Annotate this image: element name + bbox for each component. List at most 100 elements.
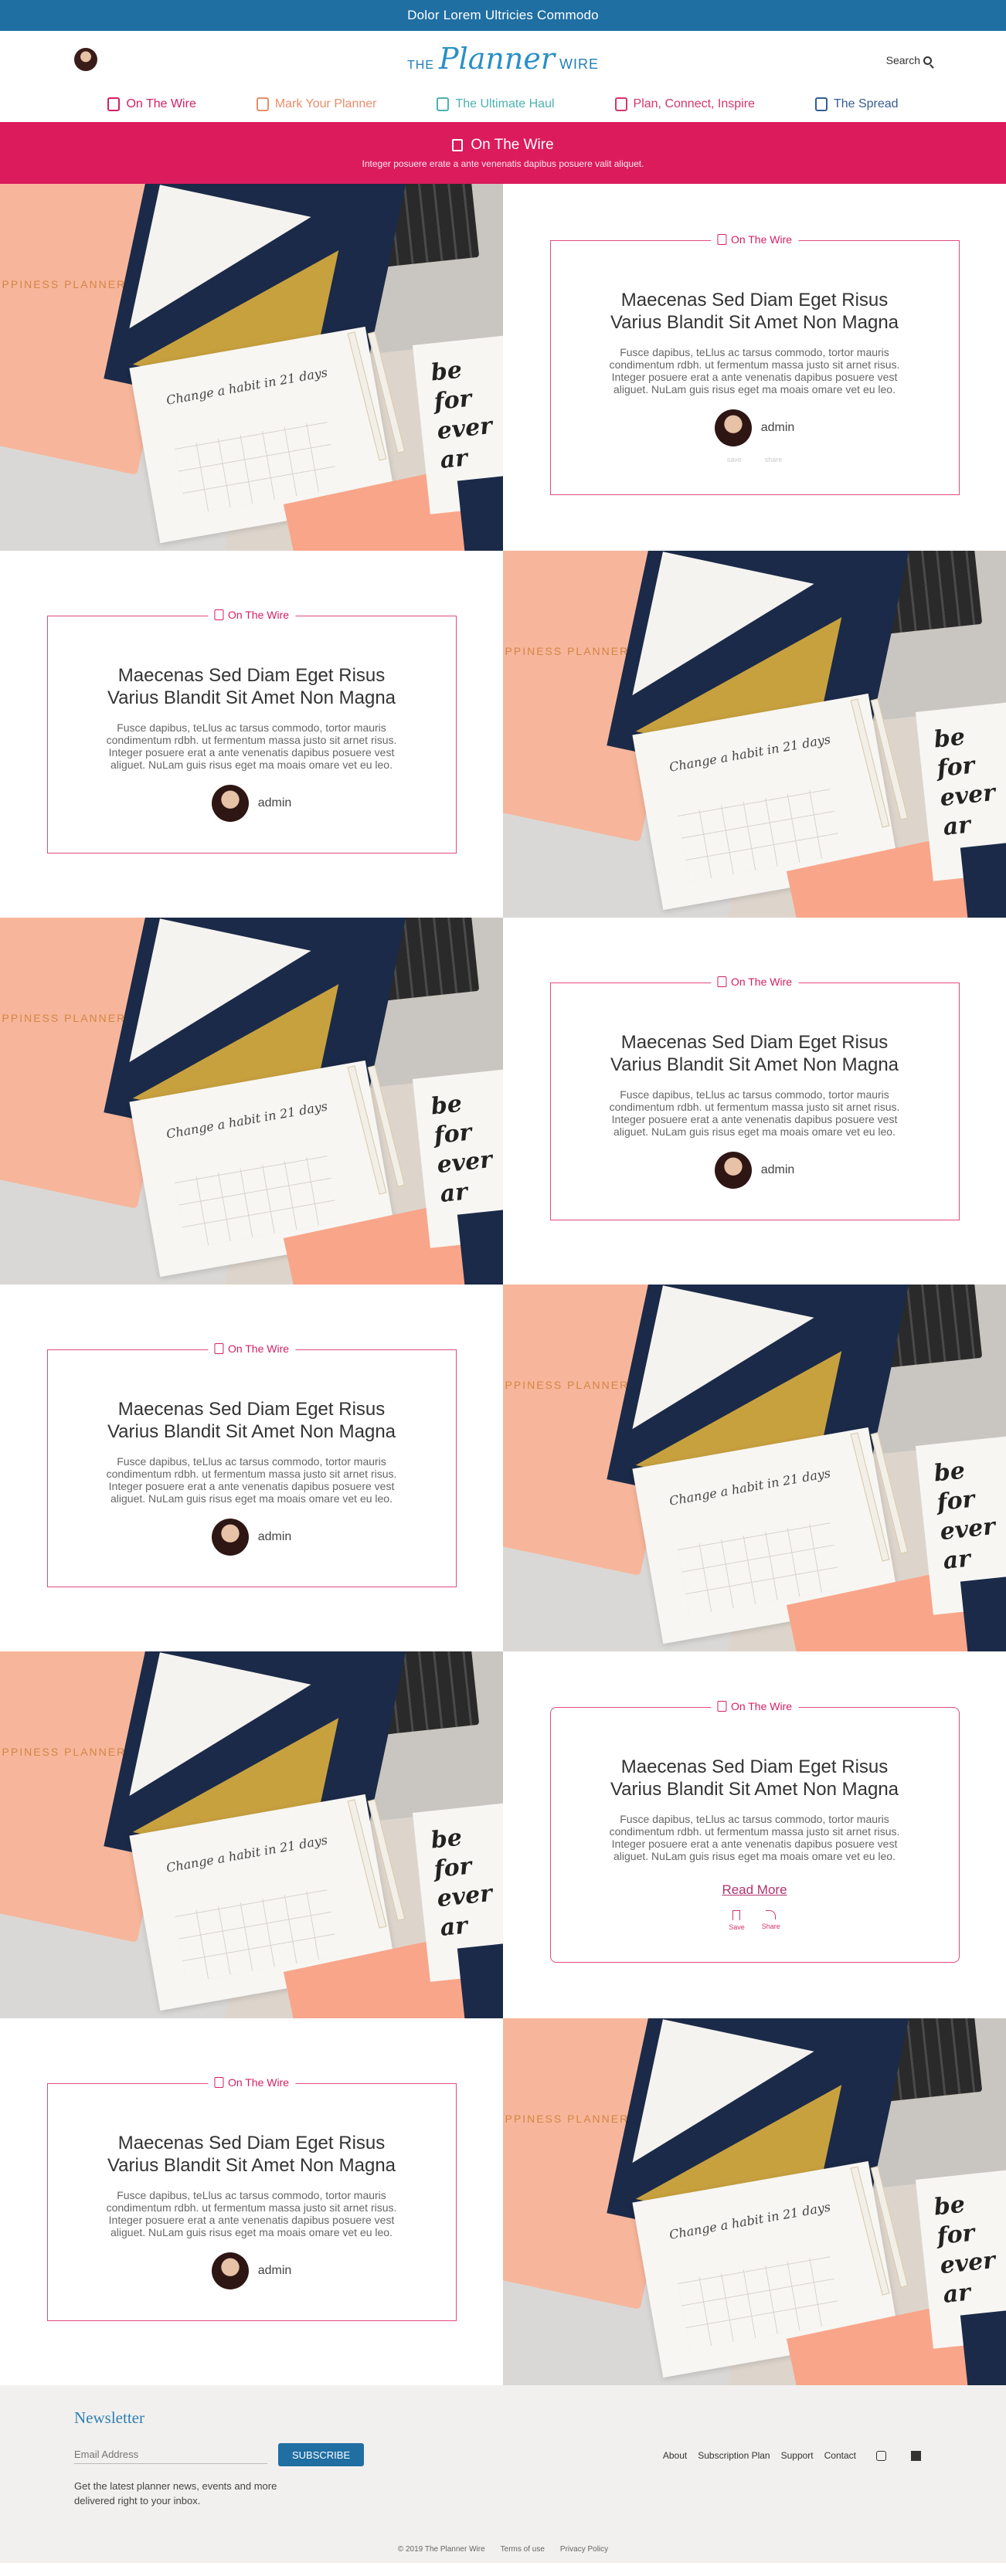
post-row: On The Wire Maecenas Sed Diam Eget Risus…: [0, 1651, 1006, 2018]
post-excerpt: Fusce dapibus, teLlus ac tarsus commodo,…: [609, 1813, 900, 1862]
post-row: On The Wire Maecenas Sed Diam Eget Risus…: [0, 2018, 1006, 2385]
author-avatar: [211, 784, 249, 822]
post-title[interactable]: Maecenas Sed Diam Eget Risus Varius Blan…: [90, 2132, 413, 2177]
post-card: On The Wire Maecenas Sed Diam Eget Risus…: [549, 975, 960, 1220]
author-name: admin: [257, 2263, 292, 2277]
footer-link-contact[interactable]: Contact: [824, 2450, 856, 2461]
post-author[interactable]: admin: [90, 1518, 413, 1556]
author-avatar: [211, 1518, 249, 1556]
banner-subtitle: Integer posuere erate a ante venenatis d…: [362, 158, 644, 169]
share-label: share: [764, 455, 783, 463]
category-banner: On The Wire Integer posuere erate a ante…: [0, 122, 1006, 184]
share-label: Share: [761, 1923, 780, 1930]
category-label: On The Wire: [227, 1342, 290, 1355]
email-field[interactable]: [74, 2445, 267, 2464]
read-more-link[interactable]: Read More: [722, 1882, 787, 1898]
legal-bar: © 2019 The Planner Wire Terms of use Pri…: [0, 2545, 1006, 2554]
post-author[interactable]: admin: [593, 1151, 916, 1189]
author-name: admin: [760, 420, 795, 434]
post-image[interactable]: [0, 1651, 503, 2018]
nav-label: Plan, Connect, Inspire: [633, 97, 755, 110]
faded-actions: save share: [593, 456, 916, 463]
author-name: admin: [760, 1162, 795, 1176]
footer-link-subscription-plan[interactable]: Subscription Plan: [698, 2450, 770, 2461]
post-title[interactable]: Maecenas Sed Diam Eget Risus Varius Blan…: [593, 289, 916, 334]
post-title[interactable]: Maecenas Sed Diam Eget Risus Varius Blan…: [593, 1031, 916, 1076]
logo-planner: Planner: [439, 42, 555, 76]
author-avatar: [714, 409, 752, 446]
privacy-link[interactable]: Privacy Policy: [560, 2545, 608, 2554]
announcement-bar: Dolor Lorem Ultricies Commodo: [0, 0, 1006, 31]
post-row: On The Wire Maecenas Sed Diam Eget Risus…: [0, 918, 1006, 1285]
author-name: admin: [257, 796, 292, 809]
post-card: On The Wire Maecenas Sed Diam Eget Risus…: [46, 1342, 457, 1587]
wire-icon: [716, 976, 726, 987]
post-row: On The Wire Maecenas Sed Diam Eget Risus…: [0, 184, 1006, 551]
logo-wire: WIRE: [559, 56, 599, 72]
post-category[interactable]: On The Wire: [710, 1700, 799, 1712]
post-card-cell: On The Wire Maecenas Sed Diam Eget Risus…: [0, 551, 503, 918]
save-label: save: [726, 455, 742, 463]
nav-item-mark-your-planner[interactable]: Mark Your Planner: [256, 97, 377, 111]
category-label: On The Wire: [730, 232, 793, 246]
category-label: On The Wire: [730, 975, 793, 988]
post-card: On The Wire Maecenas Sed Diam Eget Risus…: [46, 2075, 457, 2321]
post-category[interactable]: On The Wire: [207, 2075, 296, 2089]
post-category[interactable]: On The Wire: [207, 608, 296, 621]
post-title[interactable]: Maecenas Sed Diam Eget Risus Varius Blan…: [90, 1398, 413, 1443]
wire-icon: [213, 609, 223, 620]
post-author[interactable]: admin: [593, 409, 916, 446]
post-title[interactable]: Maecenas Sed Diam Eget Risus Varius Blan…: [593, 1756, 916, 1800]
nav-item-plan-connect-inspire[interactable]: Plan, Connect, Inspire: [614, 97, 755, 111]
post-image[interactable]: [503, 2018, 1006, 2385]
post-image[interactable]: [0, 184, 503, 551]
post-image[interactable]: [503, 551, 1006, 918]
wire-icon: [213, 1342, 223, 1354]
site-header: THE Planner WIRE Search: [0, 31, 1006, 87]
share-button[interactable]: Share: [762, 1910, 780, 1931]
copyright: © 2019 The Planner Wire: [397, 2545, 485, 2554]
post-excerpt: Fusce dapibus, teLlus ac tarsus commodo,…: [106, 1454, 397, 1505]
user-avatar[interactable]: [74, 48, 97, 71]
search-label: Search: [885, 54, 920, 66]
category-label: On The Wire: [730, 1700, 793, 1712]
post-author[interactable]: admin: [90, 2252, 413, 2289]
save-button[interactable]: Save: [729, 1910, 745, 1931]
post-row: On The Wire Maecenas Sed Diam Eget Risus…: [0, 551, 1006, 918]
nav-item-on-the-wire[interactable]: On The Wire: [107, 97, 196, 111]
wire-icon: [107, 97, 121, 111]
nav-item-the-spread[interactable]: The Spread: [814, 97, 899, 111]
heart-icon: [614, 97, 627, 111]
post-excerpt: Fusce dapibus, teLlus ac tarsus commodo,…: [106, 2188, 397, 2238]
search-icon: [923, 56, 932, 65]
subscribe-button[interactable]: SUBSCRIBE: [278, 2443, 365, 2466]
site-logo[interactable]: THE Planner WIRE: [407, 42, 599, 76]
instagram-icon[interactable]: [876, 2450, 886, 2461]
nav-label: The Ultimate Haul: [455, 97, 555, 110]
post-category[interactable]: On The Wire: [710, 232, 799, 246]
footer-link-support[interactable]: Support: [781, 2450, 814, 2461]
post-excerpt: Fusce dapibus, teLlus ac tarsus commodo,…: [106, 721, 397, 771]
post-image[interactable]: [0, 918, 503, 1285]
facebook-icon[interactable]: [911, 2450, 921, 2461]
post-row: On The Wire Maecenas Sed Diam Eget Risus…: [0, 1285, 1006, 1651]
post-card-cell: On The Wire Maecenas Sed Diam Eget Risus…: [503, 1651, 1006, 2018]
newsletter-description: Get the latest planner news, events and …: [74, 2480, 277, 2506]
post-image[interactable]: [503, 1285, 1006, 1651]
share-icon: [766, 1910, 777, 1919]
post-category[interactable]: On The Wire: [710, 975, 799, 988]
bookmark-icon: [732, 1910, 741, 1920]
category-label: On The Wire: [227, 2075, 290, 2089]
author-avatar: [211, 2252, 249, 2289]
post-card: On The Wire Maecenas Sed Diam Eget Risus…: [549, 232, 960, 495]
terms-link[interactable]: Terms of use: [501, 2545, 545, 2554]
post-category[interactable]: On The Wire: [207, 1342, 296, 1355]
post-card-cell: On The Wire Maecenas Sed Diam Eget Risus…: [503, 918, 1006, 1285]
nav-item-ultimate-haul[interactable]: The Ultimate Haul: [437, 97, 555, 111]
post-title[interactable]: Maecenas Sed Diam Eget Risus Varius Blan…: [90, 664, 413, 709]
footer-link-about[interactable]: About: [663, 2450, 687, 2461]
nav-label: Mark Your Planner: [274, 97, 377, 110]
post-author[interactable]: admin: [90, 784, 413, 822]
search-button[interactable]: Search: [886, 54, 932, 66]
category-label: On The Wire: [227, 608, 290, 621]
